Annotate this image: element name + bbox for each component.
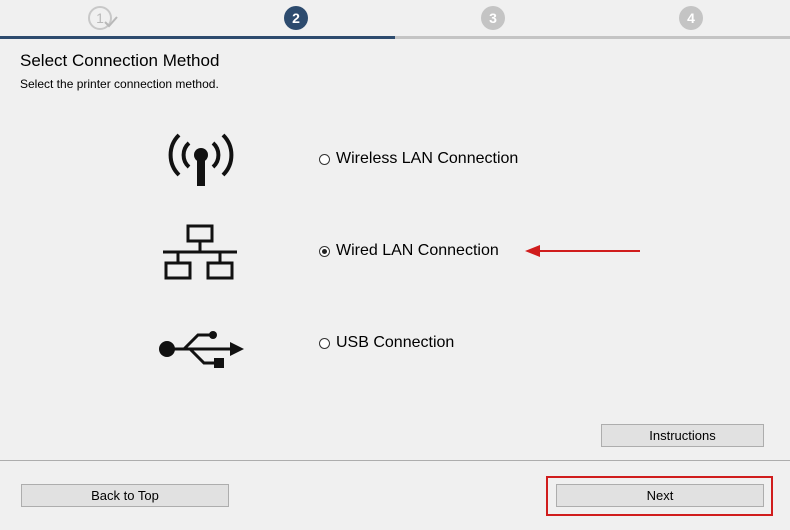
step-2-current: 2 xyxy=(284,6,308,30)
check-icon xyxy=(104,16,118,28)
page-title: Select Connection Method xyxy=(20,51,220,70)
footer-divider xyxy=(0,460,790,461)
instructions-button[interactable]: Instructions xyxy=(601,424,764,447)
option-usb[interactable]: USB Connection xyxy=(319,334,454,352)
step-progress-active xyxy=(0,36,395,39)
annotation-arrow-icon xyxy=(525,245,640,257)
wireless-lan-radio[interactable] xyxy=(319,153,330,165)
network-icon xyxy=(163,224,237,280)
wired-lan-label: Wired LAN Connection xyxy=(336,242,499,259)
page-subtitle: Select the printer connection method. xyxy=(20,77,219,91)
back-to-top-button[interactable]: Back to Top xyxy=(21,484,229,507)
option-wired-lan[interactable]: Wired LAN Connection xyxy=(319,242,499,260)
step-progress-inactive xyxy=(395,36,790,39)
wireless-lan-label: Wireless LAN Connection xyxy=(336,150,519,167)
step-progress-bar: 1 2 3 4 xyxy=(0,0,790,40)
wired-lan-radio[interactable] xyxy=(319,245,330,257)
usb-icon xyxy=(159,331,244,368)
usb-radio[interactable] xyxy=(319,337,330,349)
next-button[interactable]: Next xyxy=(556,484,764,507)
step-3: 3 xyxy=(481,6,505,30)
wireless-icon xyxy=(168,133,234,186)
step-4: 4 xyxy=(679,6,703,30)
usb-label: USB Connection xyxy=(336,334,455,351)
option-wireless-lan[interactable]: Wireless LAN Connection xyxy=(319,150,518,168)
